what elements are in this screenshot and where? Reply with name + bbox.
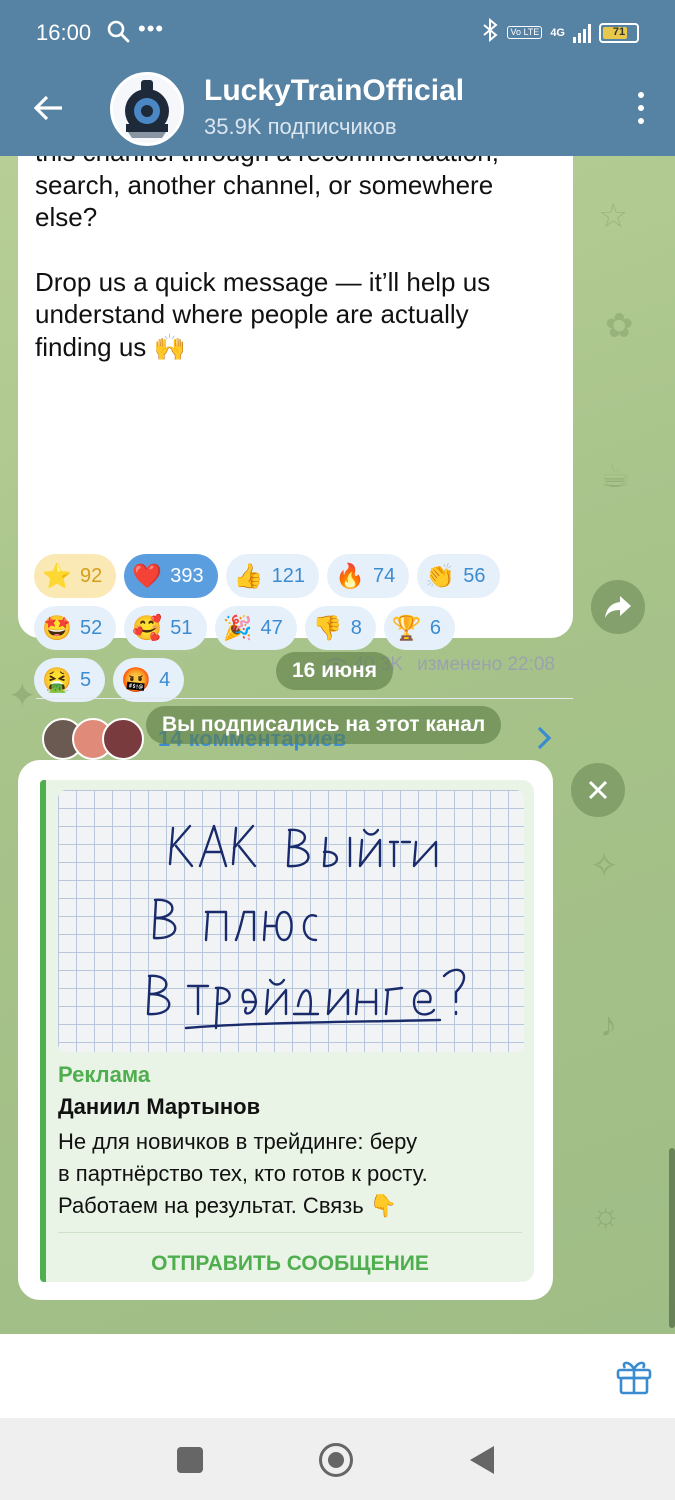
reaction-vomit[interactable]: 🤮 5 <box>34 658 106 702</box>
handwriting-image <box>146 824 466 1030</box>
reaction-heart[interactable]: ❤️ 393 <box>124 554 218 598</box>
subscriber-count: 35.9K подписчиков <box>204 114 397 139</box>
sponsored-message[interactable]: Реклама Даниил Мартынов Не для новичков … <box>18 760 553 1300</box>
recents-button[interactable] <box>177 1447 203 1473</box>
system-navigation-bar <box>0 1418 675 1500</box>
date-separator: 16 июня <box>276 652 393 690</box>
reaction-cursing[interactable]: 🤬 4 <box>113 658 185 702</box>
reaction-thumbs-up[interactable]: 👍 121 <box>225 554 319 598</box>
ad-image[interactable] <box>58 790 524 1052</box>
scrollbar[interactable] <box>669 1148 675 1328</box>
doodle-icecream-icon: ✦ <box>8 677 37 715</box>
battery-level: 71 <box>612 25 626 38</box>
signal-icon <box>573 23 591 43</box>
bottom-bar <box>0 1334 675 1418</box>
volte-icon: Vo LTE <box>507 26 543 39</box>
chat-area[interactable]: ☆ ✿ ☕ ✦ ✧ ♪ ☼ this channel through a rec… <box>0 156 675 1334</box>
reaction-smiling-hearts[interactable]: 🥰 51 <box>124 606 207 650</box>
ad-body: Не для новичков в трейдинге: беру в парт… <box>58 1129 428 1218</box>
status-time: 16:00 <box>36 20 92 45</box>
post-text-paragraph-2: Drop us a quick message — it’ll help us … <box>35 266 491 362</box>
doodle-cup-icon: ☕ <box>600 457 631 495</box>
ad-label: Реклама <box>58 1062 151 1087</box>
divider <box>58 1232 522 1233</box>
sponsored-card[interactable]: Реклама Даниил Мартынов Не для новичков … <box>40 780 534 1282</box>
more-vert-icon[interactable] <box>637 92 645 124</box>
channel-avatar[interactable] <box>110 72 184 146</box>
reaction-trophy[interactable]: 🏆 6 <box>383 606 455 650</box>
edited-time: изменено 22:08 <box>417 654 555 675</box>
ad-title: Даниил Мартынов <box>58 1094 261 1119</box>
reaction-row: 🤩 52 🥰 51 🎉 47 👎 8 🏆 6 <box>34 606 564 650</box>
system-back-button[interactable] <box>470 1446 494 1474</box>
post-text: this channel through a recommendation, s… <box>35 156 565 363</box>
battery-icon: 71 <box>599 22 639 43</box>
post-text-paragraph-1: this channel through a recommendation, s… <box>35 156 499 232</box>
reaction-star[interactable]: ⭐ 92 <box>34 554 117 598</box>
channel-title[interactable]: LuckyTrainOfficial <box>204 74 464 108</box>
divider <box>36 698 573 699</box>
doodle-flower-icon: ✿ <box>605 307 634 345</box>
back-arrow-icon[interactable] <box>28 88 68 128</box>
doodle-sun-icon: ☼ <box>590 1196 622 1234</box>
channel-post[interactable]: this channel through a recommendation, s… <box>18 156 573 760</box>
reaction-star-struck[interactable]: 🤩 52 <box>34 606 117 650</box>
commenter-avatar <box>102 718 144 760</box>
reaction-fire[interactable]: 🔥 74 <box>327 554 410 598</box>
share-icon[interactable] <box>591 580 645 634</box>
reaction-row: ⭐ 92 ❤️ 393 👍 121 🔥 74 👏 56 <box>34 554 564 598</box>
chat-header: LuckyTrainOfficial 35.9K подписчиков <box>0 66 675 156</box>
service-message: Вы подписались на этот канал <box>146 706 502 744</box>
search-icon <box>106 19 130 49</box>
status-bar: 16:00 ••• Vo LTE 4G 71 <box>0 0 675 66</box>
doodle-star-icon: ☆ <box>598 197 629 235</box>
send-message-button[interactable]: ОТПРАВИТЬ СООБЩЕНИЕ <box>46 1252 534 1276</box>
doodle-music-icon: ♪ <box>600 1006 617 1044</box>
bluetooth-icon <box>481 17 499 47</box>
home-button[interactable] <box>319 1443 353 1477</box>
more-notifications-icon: ••• <box>138 16 165 41</box>
network-type: 4G <box>550 26 565 39</box>
chevron-right-icon <box>534 724 554 757</box>
gift-icon[interactable] <box>615 1356 653 1396</box>
reaction-thumbs-down[interactable]: 👎 8 <box>304 606 376 650</box>
close-icon[interactable] <box>571 763 625 817</box>
reaction-clap[interactable]: 👏 56 <box>417 554 500 598</box>
reaction-party[interactable]: 🎉 47 <box>214 606 297 650</box>
doodle-star-icon: ✧ <box>590 847 619 885</box>
